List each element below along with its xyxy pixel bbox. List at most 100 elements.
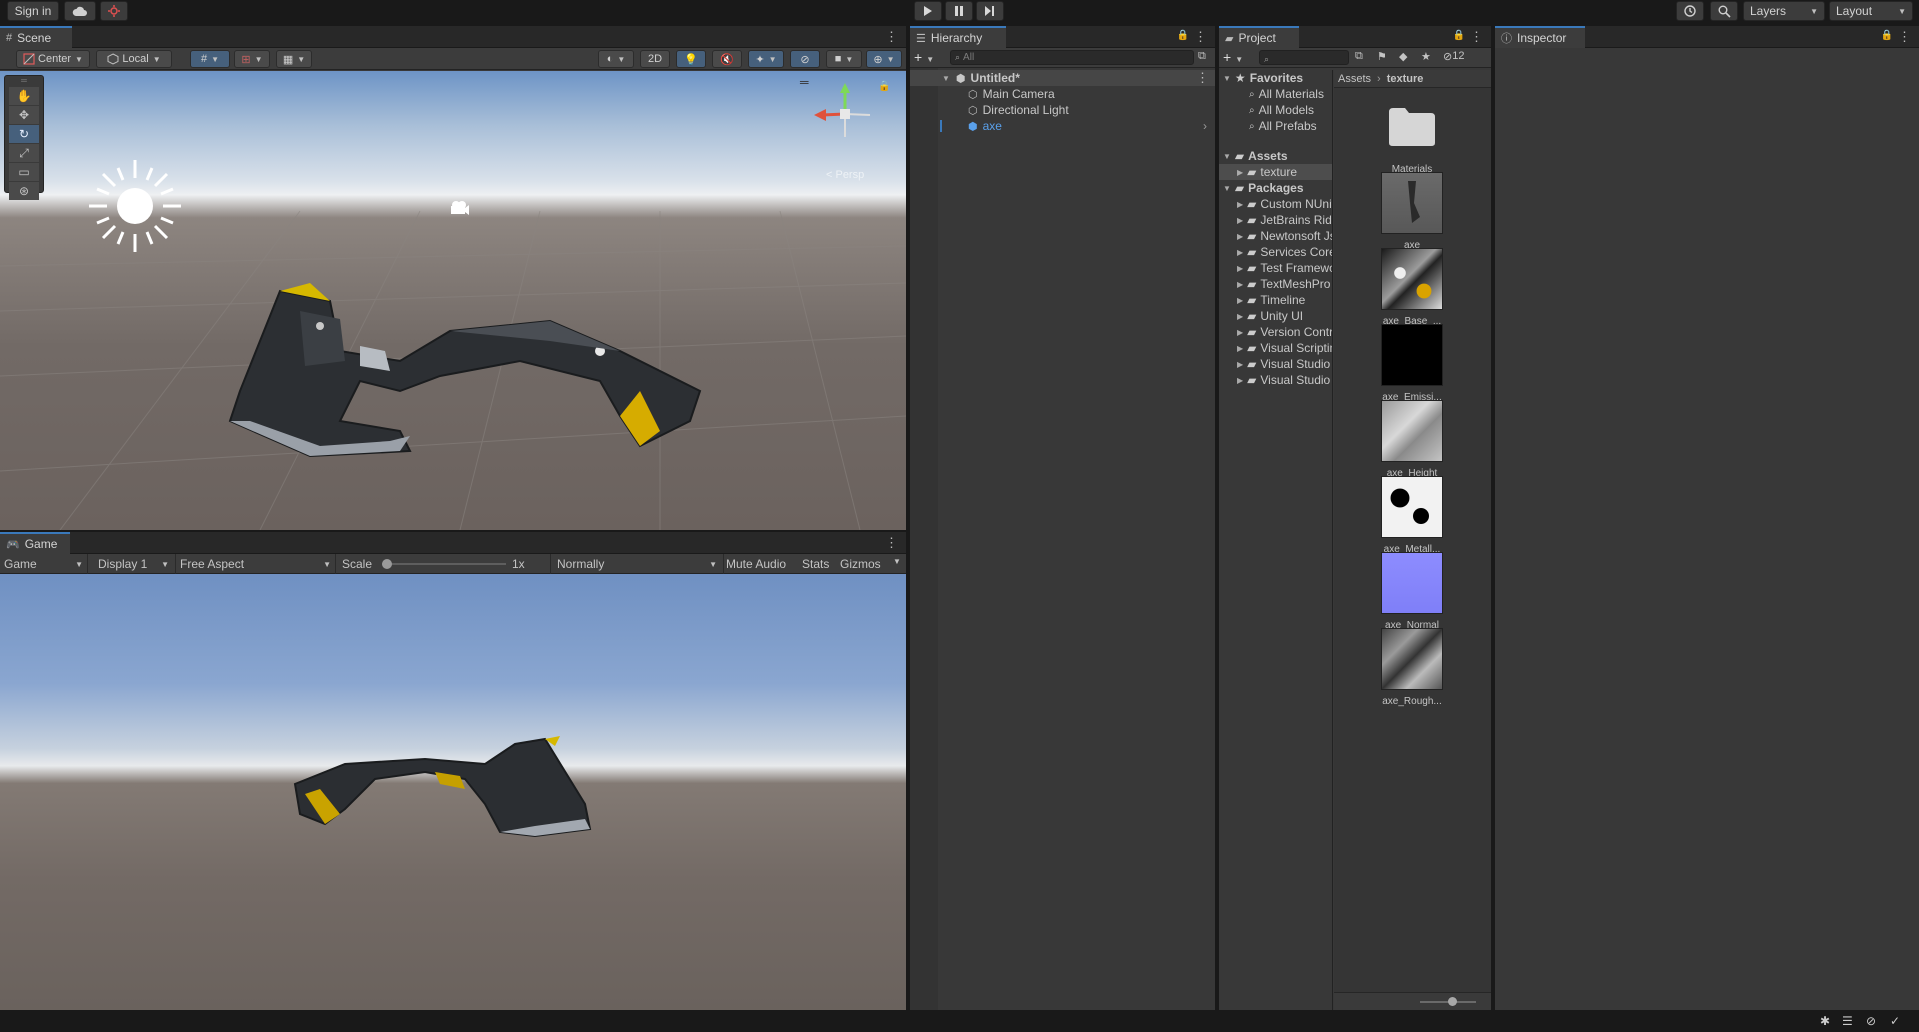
package-folder-item[interactable]: ▶ ▰ Custom NUnit	[1219, 196, 1332, 212]
package-folder-item[interactable]: ▶ ▰ Unity UI	[1219, 308, 1332, 324]
cloud-button[interactable]	[64, 1, 96, 21]
tab-project[interactable]: ▰ Project	[1219, 26, 1299, 48]
favorite-item[interactable]: ⌕ All Models	[1219, 102, 1332, 118]
package-folder-item[interactable]: ▶▰Version Control	[1219, 324, 1332, 340]
hierarchy-item-directional-light[interactable]: ⬡ Directional Light	[910, 102, 1215, 118]
favorite-star-icon[interactable]: ★	[1421, 50, 1431, 63]
layout-dropdown[interactable]: Layout ▼	[1829, 1, 1913, 21]
asset-item-model[interactable]: axe	[1367, 172, 1457, 251]
play-mode-dropdown[interactable]: Normally ▼	[550, 554, 724, 574]
bug-icon[interactable]: ✱	[1820, 1014, 1830, 1028]
package-folder-item[interactable]: ▶▰Visual Studio Code Editor	[1219, 356, 1332, 372]
move-tool-button[interactable]: ✥	[9, 106, 39, 124]
audio-toggle[interactable]: 🔇	[712, 50, 742, 68]
scene-row-menu-icon[interactable]: ⋮	[1196, 70, 1209, 86]
breadcrumb-texture[interactable]: texture	[1387, 73, 1424, 85]
stats-button[interactable]: Stats	[802, 557, 829, 571]
transform-tool-button[interactable]: ⊛	[9, 182, 39, 200]
hierarchy-add-button[interactable]: + ▼	[914, 49, 934, 65]
thumbnail-size-slider[interactable]	[1334, 992, 1491, 1010]
game-menu-icon[interactable]: ⋮	[885, 535, 898, 551]
gizmos-dropdown-arrow[interactable]: ▼	[893, 557, 901, 566]
scene-viewport[interactable]: < Persp 🔒 ═ ═ ✋ ✥ ↻ ⤢ ▭ ⊛	[0, 71, 906, 530]
history-button[interactable]	[1676, 1, 1704, 21]
asset-item-metallic[interactable]: axe_Metall...	[1367, 476, 1457, 555]
favorites-header[interactable]: ▼ ★ Favorites	[1219, 70, 1332, 86]
package-folder-item[interactable]: ▶ ▰ TextMeshPro	[1219, 276, 1332, 292]
packages-header[interactable]: ▼ ▰ Packages	[1219, 180, 1332, 196]
rect-tool-button[interactable]: ▭	[9, 163, 39, 181]
hidden-packages-toggle[interactable]: ⊘ 12	[1443, 50, 1464, 63]
cache-icon[interactable]: ☰	[1842, 1014, 1853, 1028]
project-search-field[interactable]: ⌕	[1259, 50, 1349, 65]
scale-slider-track[interactable]	[382, 563, 506, 565]
package-folder-item[interactable]: ▶▰JetBrains Rider Editor	[1219, 212, 1332, 228]
scale-slider-handle[interactable]	[382, 559, 392, 569]
package-folder-item[interactable]: ▶ ▰ Services Core	[1219, 244, 1332, 260]
folder-item-texture[interactable]: ▶ ▰ texture	[1219, 164, 1332, 180]
hierarchy-item-main-camera[interactable]: ⬡ Main Camera	[910, 86, 1215, 102]
game-viewport[interactable]	[0, 574, 906, 1010]
viewport-menu-icon[interactable]: ═	[800, 75, 809, 89]
scene-root-row[interactable]: ▼ ⬢ Untitled* ⋮	[910, 70, 1215, 86]
effects-dropdown[interactable]: ✦ ▼	[748, 50, 784, 68]
project-add-button[interactable]: + ▼	[1223, 49, 1243, 65]
checkmark-icon[interactable]: ✓	[1890, 1014, 1900, 1028]
gizmos-button[interactable]: Gizmos	[840, 557, 881, 571]
scale-tool-button[interactable]: ⤢	[9, 144, 39, 162]
mode-2d-button[interactable]: 2D	[640, 50, 670, 68]
rotate-tool-button[interactable]: ↻	[9, 125, 39, 143]
mute-audio-button[interactable]: Mute Audio	[726, 557, 786, 571]
search-by-label-icon[interactable]: ⚑	[1377, 50, 1387, 63]
asset-item-folder[interactable]: Materials	[1367, 96, 1457, 175]
layers-dropdown[interactable]: Layers ▼	[1743, 1, 1825, 21]
tab-hierarchy[interactable]: ☰ Hierarchy	[910, 26, 1006, 48]
project-menu-icon[interactable]: ⋮	[1470, 29, 1483, 45]
scene-visibility-icon[interactable]: ⧉	[1198, 50, 1206, 63]
aspect-dropdown[interactable]: Free Aspect ▼	[176, 554, 336, 574]
search-by-type-icon[interactable]: ⧉	[1355, 50, 1363, 63]
favorite-item[interactable]: ⌕ All Prefabs	[1219, 118, 1332, 134]
breadcrumb-assets[interactable]: Assets	[1338, 73, 1371, 85]
package-folder-item[interactable]: ▶▰Test Framework	[1219, 260, 1332, 276]
game-view-dropdown[interactable]: Game ▼	[0, 554, 88, 574]
asset-item-rough[interactable]: axe_Rough...	[1367, 628, 1457, 707]
favorite-item[interactable]: ⌕ All Materials	[1219, 86, 1332, 102]
collab-button[interactable]	[100, 1, 128, 21]
asset-item-height[interactable]: axe_Height	[1367, 400, 1457, 479]
package-folder-item[interactable]: ▶ ▰ Timeline	[1219, 292, 1332, 308]
network-icon[interactable]: ⊘	[1866, 1014, 1876, 1028]
hierarchy-lock-icon[interactable]: 🔒	[1177, 30, 1189, 41]
inspector-menu-icon[interactable]: ⋮	[1898, 29, 1911, 45]
package-folder-item[interactable]: ▶▰Newtonsoft Json	[1219, 228, 1332, 244]
pivot-dropdown[interactable]: Center ▼	[16, 50, 90, 68]
sign-in-button[interactable]: Sign in	[7, 1, 59, 21]
project-lock-icon[interactable]: 🔒	[1453, 30, 1465, 41]
slider-handle[interactable]	[1448, 997, 1457, 1006]
search-button[interactable]	[1710, 1, 1738, 21]
persp-label[interactable]: < Persp	[826, 169, 864, 181]
scene-menu-icon[interactable]: ⋮	[885, 29, 898, 45]
package-folder-item[interactable]: ▶▰Visual Studio Editor	[1219, 372, 1332, 388]
chevron-right-icon[interactable]: ›	[1203, 119, 1207, 133]
gizmos-dropdown[interactable]: ⊕ ▼	[866, 50, 902, 68]
inspector-lock-icon[interactable]: 🔒	[1881, 30, 1893, 41]
play-button[interactable]	[914, 1, 942, 21]
hierarchy-search-field[interactable]: ⌕ All	[950, 50, 1194, 65]
grid-snap-button[interactable]: # ▼	[190, 50, 230, 68]
tab-scene[interactable]: # Scene	[0, 26, 72, 48]
asset-item-normal[interactable]: axe_Normal	[1367, 552, 1457, 631]
asset-item-emission[interactable]: axe_Emissi...	[1367, 324, 1457, 403]
camera-dropdown[interactable]: ■ ▼	[826, 50, 862, 68]
hierarchy-item-axe[interactable]: ⬢ axe ›	[910, 118, 1215, 134]
lighting-toggle[interactable]: 💡	[676, 50, 706, 68]
tab-inspector[interactable]: ⓘ Inspector	[1495, 26, 1585, 48]
pause-button[interactable]	[945, 1, 973, 21]
increment-snap-button[interactable]: ⊞ ▼	[234, 50, 270, 68]
visibility-toggle[interactable]: ⊘	[790, 50, 820, 68]
tab-game[interactable]: 🎮 Game	[0, 532, 70, 554]
asset-item-base[interactable]: axe_Base_...	[1367, 248, 1457, 327]
hierarchy-menu-icon[interactable]: ⋮	[1194, 29, 1207, 45]
display-dropdown[interactable]: Display 1 ▼	[92, 554, 176, 574]
step-button[interactable]	[976, 1, 1004, 21]
